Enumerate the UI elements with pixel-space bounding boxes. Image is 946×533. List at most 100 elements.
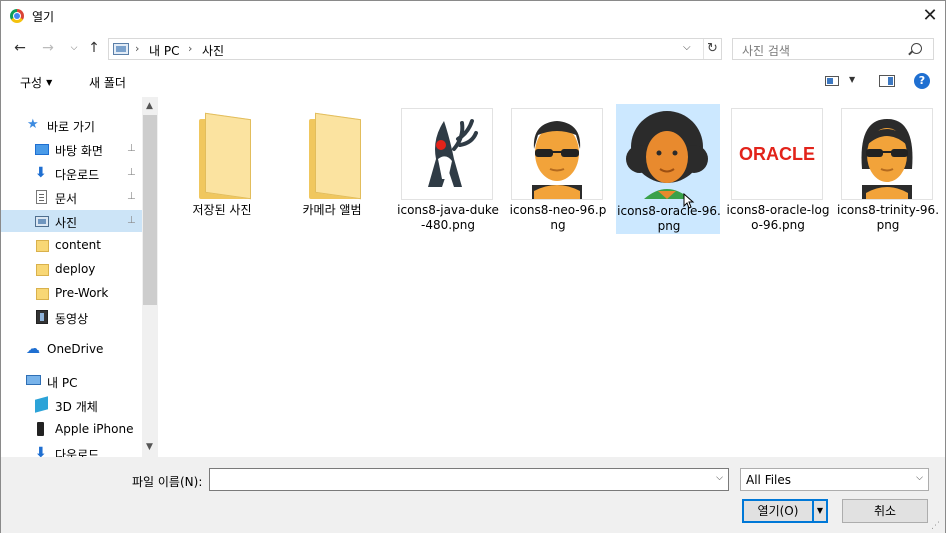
sidebar-item-3d-objects[interactable]: 3D 개체	[1, 394, 142, 416]
pc-icon	[26, 375, 41, 385]
download-icon: ⬇	[35, 445, 47, 457]
file-name: icons8-oracle-96.png	[617, 204, 721, 233]
open-button[interactable]: 열기(O)	[742, 499, 814, 523]
search-box[interactable]: 사진 검색	[732, 38, 934, 60]
new-folder-button[interactable]: 새 폴더	[89, 74, 126, 91]
sidebar-item-downloads-pc[interactable]: ⬇ 다운로드	[1, 442, 142, 457]
file-name: icons8-oracle-logo-96.png	[726, 203, 830, 232]
sidebar-item-label: OneDrive	[47, 342, 104, 356]
chevron-down-icon[interactable]: ⌵	[716, 473, 723, 483]
sidebar-item-label: 문서	[55, 192, 78, 206]
file-type-select[interactable]: All Files ⌵	[740, 468, 929, 491]
sidebar-item-label: Pre-Work	[55, 286, 109, 300]
close-button[interactable]: ✕	[915, 3, 945, 29]
pin-icon: ⊥	[127, 191, 136, 202]
sidebar-item-deploy[interactable]: deploy	[1, 258, 142, 280]
file-item[interactable]: icons8-trinity-96.png	[836, 104, 940, 234]
address-dropdown-icon[interactable]: ⌵	[683, 42, 691, 53]
sidebar-item-pre-work[interactable]: Pre-Work	[1, 282, 142, 304]
breadcrumb-pictures[interactable]: 사진	[202, 42, 224, 59]
file-item[interactable]: icons8-oracle-96.png	[616, 104, 721, 234]
view-options-dropdown-icon[interactable]: ▼	[849, 75, 855, 84]
sidebar-item-label: 동영상	[55, 312, 89, 326]
file-item[interactable]: icons8-java-duke-480.png	[396, 104, 500, 234]
sidebar-item-label: 다운로드	[55, 168, 100, 182]
file-name: icons8-neo-96.png	[509, 203, 607, 232]
sidebar-item-pictures[interactable]: 사진 ⊥	[1, 210, 142, 232]
navigation-pane: ★ 바로 가기 바탕 화면 ⊥ ⬇ 다운로드 ⊥ 문서 ⊥ 사진 ⊥ conte…	[1, 97, 158, 457]
cancel-button[interactable]: 취소	[842, 499, 928, 523]
cloud-icon: ☁	[26, 341, 40, 357]
sidebar-item-this-pc[interactable]: 내 PC	[1, 370, 142, 392]
title-bar: 열기 ✕	[1, 1, 945, 31]
help-icon[interactable]: ?	[914, 73, 930, 89]
neo-avatar-thumbnail-icon	[511, 108, 603, 200]
sidebar-item-label: 내 PC	[47, 376, 78, 390]
file-name-label: 파일 이름(N):	[132, 475, 203, 489]
phone-icon	[37, 422, 44, 436]
sidebar-item-label: deploy	[55, 262, 96, 276]
scroll-down-icon[interactable]: ▼	[146, 442, 153, 452]
sidebar-item-videos[interactable]: 동영상	[1, 306, 142, 328]
file-item[interactable]: 저장된 사진	[170, 104, 274, 234]
breadcrumb-separator[interactable]: ›	[135, 42, 139, 55]
oracle-person-thumbnail-icon	[622, 109, 714, 201]
pin-icon: ⊥	[127, 167, 136, 178]
folder-icon	[285, 108, 377, 200]
sidebar-item-downloads[interactable]: ⬇ 다운로드 ⊥	[1, 162, 142, 184]
recent-locations-chevron-icon[interactable]: ⌵	[65, 39, 83, 57]
sidebar-item-documents[interactable]: 문서 ⊥	[1, 186, 142, 208]
pictures-location-icon	[113, 43, 129, 55]
sidebar-item-label: Apple iPhone	[55, 422, 134, 436]
sidebar-item-desktop[interactable]: 바탕 화면 ⊥	[1, 138, 142, 160]
pin-icon: ⊥	[127, 215, 136, 226]
file-list: 저장된 사진 카메라 앨범 icons8-java-duke-480.png i…	[158, 97, 945, 457]
java-duke-thumbnail-icon	[401, 108, 493, 200]
trinity-avatar-thumbnail-icon	[841, 108, 933, 200]
mouse-cursor-icon	[683, 192, 695, 209]
scrollbar-thumb[interactable]	[143, 115, 157, 305]
change-view-icon[interactable]	[825, 76, 839, 86]
scroll-up-icon[interactable]: ▲	[146, 101, 153, 111]
command-bar: 구성 ▼ 새 폴더 ▼ ?	[1, 65, 945, 97]
up-arrow-icon[interactable]: ↑	[85, 39, 103, 57]
chevron-down-icon: ⌵	[916, 473, 923, 483]
sidebar-item-onedrive[interactable]: ☁ OneDrive	[1, 338, 142, 360]
sidebar-item-content[interactable]: content	[1, 234, 142, 256]
back-arrow-icon[interactable]: ←	[11, 39, 29, 57]
search-placeholder: 사진 검색	[742, 44, 790, 58]
oracle-logo-text: ORACLE	[739, 144, 815, 164]
refresh-icon[interactable]: ↻	[703, 39, 721, 59]
folder-icon	[36, 264, 49, 276]
forward-arrow-icon[interactable]: →	[39, 39, 57, 57]
download-icon: ⬇	[35, 165, 47, 181]
3d-objects-icon	[35, 396, 48, 413]
dialog-title: 열기	[32, 10, 55, 24]
navigation-bar: ← → ⌵ ↑ › 내 PC › 사진 ⌵ ↻ 사진 검색	[1, 31, 945, 65]
search-icon[interactable]	[911, 43, 922, 54]
open-file-dialog: 열기 ✕ ← → ⌵ ↑ › 내 PC › 사진 ⌵ ↻ 사진 검색 구성 ▼ 새…	[0, 0, 946, 533]
resize-grip-icon[interactable]: ⋰	[931, 521, 940, 531]
file-name: icons8-java-duke-480.png	[397, 203, 499, 232]
breadcrumb-this-pc[interactable]: 내 PC	[149, 42, 179, 59]
file-item[interactable]: 카메라 앨범	[280, 104, 384, 234]
file-item[interactable]: ORACLE icons8-oracle-logo-96.png	[726, 104, 830, 234]
sidebar-item-label: 다운로드	[55, 448, 100, 457]
document-icon	[36, 190, 47, 204]
breadcrumb-separator[interactable]: ›	[188, 42, 192, 55]
file-name: 카메라 앨범	[302, 203, 362, 217]
sidebar-item-apple-iphone[interactable]: Apple iPhone	[1, 418, 142, 440]
pictures-icon	[35, 216, 49, 227]
file-name: 저장된 사진	[192, 203, 252, 217]
preview-pane-icon[interactable]	[879, 75, 895, 87]
organize-button[interactable]: 구성 ▼	[20, 74, 52, 91]
file-name-input[interactable]: ⌵	[209, 468, 729, 491]
address-bar[interactable]: › 내 PC › 사진 ⌵ ↻	[108, 38, 722, 60]
sidebar-item-label: 3D 개체	[55, 400, 98, 414]
open-options-dropdown-icon[interactable]: ▼	[813, 499, 828, 523]
file-name: icons8-trinity-96.png	[836, 203, 940, 232]
file-item[interactable]: icons8-neo-96.png	[506, 104, 610, 234]
sidebar-item-quick-access[interactable]: ★ 바로 가기	[1, 114, 142, 136]
file-type-value: All Files	[746, 473, 792, 487]
sidebar-scrollbar[interactable]: ▲ ▼	[142, 97, 158, 457]
